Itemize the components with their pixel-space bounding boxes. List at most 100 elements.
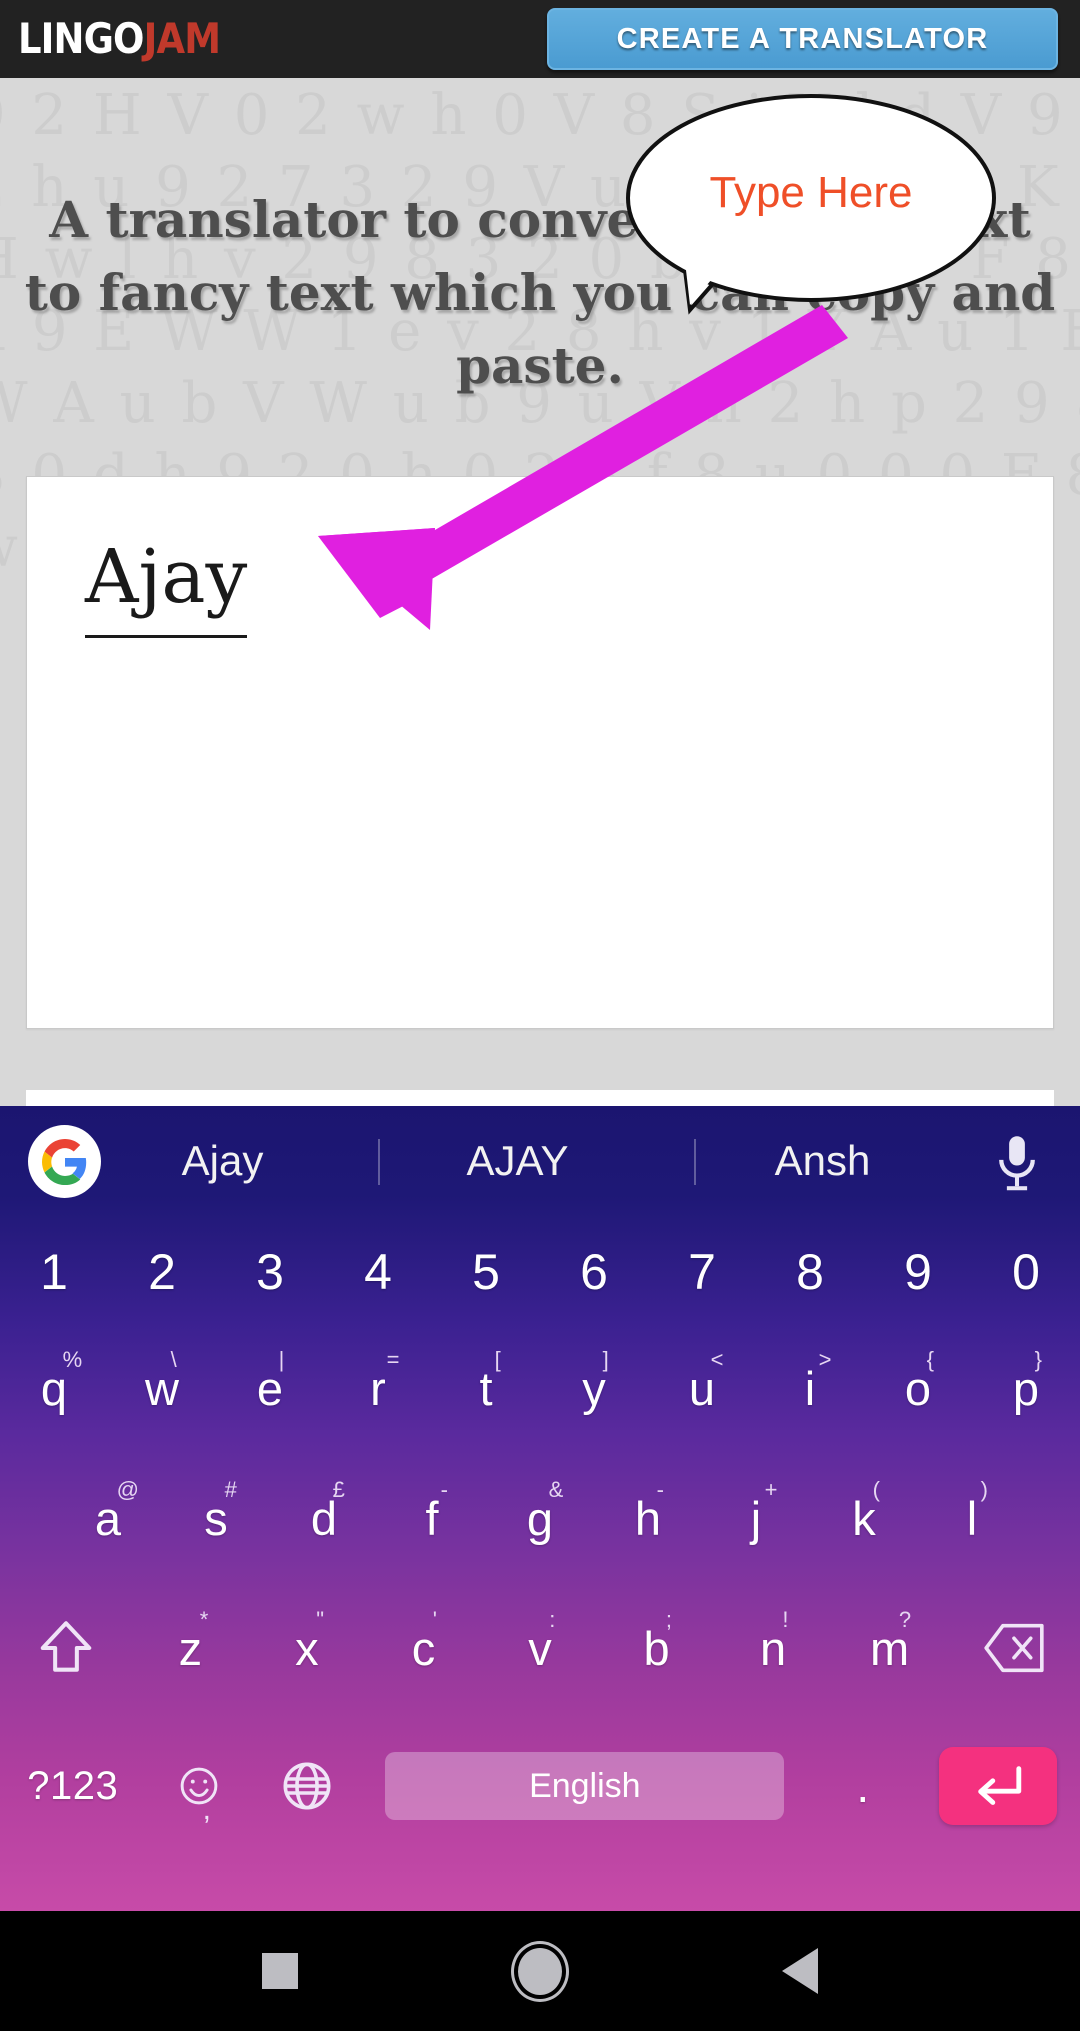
key-u[interactable]: < u	[648, 1338, 756, 1438]
key-w-alt-label: \	[170, 1347, 177, 1372]
enter-key[interactable]	[917, 1731, 1080, 1841]
key-8[interactable]: 8	[756, 1228, 864, 1316]
key-v[interactable]: :v	[482, 1598, 599, 1698]
key-4-label: 4	[364, 1244, 392, 1300]
key-b[interactable]: ; b	[598, 1598, 715, 1698]
suggestion-divider-2	[694, 1139, 696, 1185]
key-6-label: 6	[580, 1244, 608, 1300]
key-4[interactable]: 4	[324, 1228, 432, 1316]
lingojam-logo[interactable]: LINGOJAM	[18, 18, 221, 60]
key-6[interactable]: 6	[540, 1228, 648, 1316]
voice-input-icon[interactable]	[990, 1134, 1044, 1194]
logo-lingo-text: LINGO	[18, 14, 144, 63]
key-t-alt-label: [	[494, 1347, 501, 1372]
key-u-alt-label: <	[710, 1347, 724, 1372]
key-c-label: c	[411, 1621, 436, 1675]
key-k-alt-label: (	[872, 1477, 880, 1502]
key-z[interactable]: * z	[132, 1598, 249, 1698]
suggestion-0[interactable]: Ajay	[110, 1106, 335, 1216]
keyboard-row-numbers: 1 2 3 4 5 6 7 8 9 0	[0, 1228, 1080, 1316]
key-l-label: l	[966, 1491, 978, 1545]
emoji-key[interactable]: ,	[146, 1731, 254, 1841]
key-v-alt-label: :	[549, 1607, 556, 1632]
key-m[interactable]: ? m	[831, 1598, 948, 1698]
key-i[interactable]: > i	[756, 1338, 864, 1438]
type-here-label: Type Here	[709, 168, 913, 217]
key-q-alt-label: %	[62, 1347, 83, 1372]
key-x-alt-label: "	[316, 1607, 325, 1632]
enter-key-surface	[939, 1747, 1058, 1825]
key-2[interactable]: 2	[108, 1228, 216, 1316]
back-button-icon[interactable]	[782, 1948, 818, 1994]
key-3[interactable]: 3	[216, 1228, 324, 1316]
key-r[interactable]: = r	[324, 1338, 432, 1438]
key-y[interactable]: ] y	[540, 1338, 648, 1438]
keyboard-row-bottom: ?123 , English .	[0, 1731, 1080, 1841]
key-o[interactable]: {o	[864, 1338, 972, 1438]
key-7[interactable]: 7	[648, 1228, 756, 1316]
key-x[interactable]: " x	[249, 1598, 366, 1698]
backspace-key[interactable]	[948, 1598, 1080, 1698]
key-s-alt-label: #	[224, 1477, 237, 1502]
google-g-icon[interactable]	[28, 1125, 101, 1198]
key-f[interactable]: -f	[378, 1468, 486, 1568]
key-h[interactable]: -h	[594, 1468, 702, 1568]
symbols-key[interactable]: ?123	[0, 1731, 146, 1841]
key-o-alt-label: {	[926, 1347, 934, 1372]
key-x-label: x	[295, 1621, 319, 1675]
space-key[interactable]: English	[361, 1731, 809, 1841]
output-area-top-edge	[26, 1090, 1054, 1107]
key-0-label: 0	[1012, 1244, 1040, 1300]
key-q[interactable]: % q	[0, 1338, 108, 1438]
suggestion-2[interactable]: Ansh	[700, 1106, 945, 1216]
key-2-label: 2	[148, 1244, 176, 1300]
key-8-label: 8	[796, 1244, 824, 1300]
device-screen: LINGOJAM CREATE A TRANSLATOR h 2 0 8 2 2…	[0, 0, 1080, 2031]
space-key-label: English	[385, 1752, 785, 1820]
key-d[interactable]: £ d	[270, 1468, 378, 1568]
key-j-alt-label: +	[764, 1477, 778, 1502]
keyboard-row-zxcv: * z " x ' c: v; b! n? m	[0, 1598, 1080, 1698]
recents-button-icon[interactable]	[262, 1953, 298, 1989]
key-l[interactable]: ) l	[918, 1468, 1026, 1568]
key-3-label: 3	[256, 1244, 284, 1300]
suggestion-divider-1	[378, 1139, 380, 1185]
key-z-label: z	[178, 1621, 203, 1675]
android-keyboard: Ajay AJAY Ansh 12 3 4 5 67890 % q \ w | e = r[t] y < u…	[0, 1106, 1080, 1911]
key-i-alt-label: >	[818, 1347, 832, 1372]
key-t[interactable]: [t	[432, 1338, 540, 1438]
key-1[interactable]: 1	[0, 1228, 108, 1316]
key-b-alt-label: ;	[665, 1607, 672, 1632]
key-w[interactable]: \ w	[108, 1338, 216, 1438]
home-row-right-pad	[1026, 1468, 1080, 1568]
key-e[interactable]: | e	[216, 1338, 324, 1438]
key-5[interactable]: 5	[432, 1228, 540, 1316]
language-switch-key[interactable]	[253, 1731, 361, 1841]
input-composing-text: Ajay	[85, 538, 248, 638]
key-z-alt-label: *	[199, 1607, 209, 1632]
key-y-alt-label: ]	[602, 1347, 609, 1372]
key-k[interactable]: (k	[810, 1468, 918, 1568]
shift-key[interactable]	[0, 1598, 132, 1698]
site-header: LINGOJAM CREATE A TRANSLATOR	[0, 0, 1080, 78]
key-j[interactable]: + j	[702, 1468, 810, 1568]
key-9[interactable]: 9	[864, 1228, 972, 1316]
home-row-left-pad	[0, 1468, 54, 1568]
key-p[interactable]: } p	[972, 1338, 1080, 1438]
android-navigation-bar	[0, 1911, 1080, 2031]
key-n[interactable]: ! n	[715, 1598, 832, 1698]
period-key[interactable]: .	[809, 1731, 917, 1841]
key-i-label: i	[804, 1361, 816, 1415]
symbols-key-label: ?123	[27, 1764, 119, 1808]
home-button-icon[interactable]	[518, 1947, 562, 1995]
key-5-label: 5	[472, 1244, 500, 1300]
text-input-area[interactable]: Ajay	[26, 476, 1054, 1029]
key-s[interactable]: # s	[162, 1468, 270, 1568]
key-g[interactable]: & g	[486, 1468, 594, 1568]
create-a-translator-button[interactable]: CREATE A TRANSLATOR	[547, 8, 1058, 70]
key-c[interactable]: ' c	[365, 1598, 482, 1698]
suggestion-1[interactable]: AJAY	[385, 1106, 650, 1216]
key-f-label: f	[425, 1491, 439, 1545]
key-0[interactable]: 0	[972, 1228, 1080, 1316]
key-a[interactable]: @ a	[54, 1468, 162, 1568]
